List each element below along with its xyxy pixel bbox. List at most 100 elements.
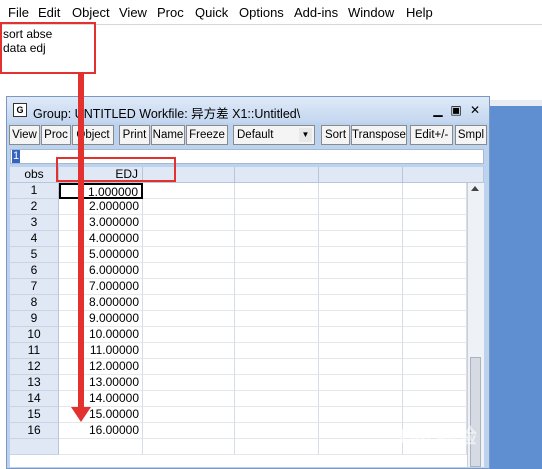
table-cell[interactable]: 6.000000 <box>59 263 143 279</box>
table-cell[interactable]: 4.000000 <box>59 231 143 247</box>
table-cell[interactable] <box>143 199 235 215</box>
table-cell[interactable]: 11.00000 <box>59 343 143 359</box>
table-cell[interactable] <box>319 215 403 231</box>
view-button[interactable]: View <box>9 125 40 145</box>
table-cell[interactable] <box>403 391 467 407</box>
table-cell[interactable]: 7.000000 <box>59 279 143 295</box>
table-cell[interactable] <box>143 359 235 375</box>
table-cell[interactable] <box>403 279 467 295</box>
table-cell[interactable] <box>403 263 467 279</box>
minimize-icon[interactable]: ▁ <box>431 103 445 117</box>
table-cell[interactable] <box>235 231 319 247</box>
table-cell[interactable] <box>143 231 235 247</box>
scroll-up-icon[interactable] <box>471 186 479 191</box>
table-cell[interactable] <box>403 295 467 311</box>
table-cell[interactable] <box>143 279 235 295</box>
table-cell[interactable] <box>143 343 235 359</box>
menu-edit[interactable]: Edit <box>38 5 60 20</box>
table-cell[interactable] <box>143 375 235 391</box>
table-cell[interactable]: 9.000000 <box>59 311 143 327</box>
table-cell[interactable] <box>319 199 403 215</box>
table-cell[interactable] <box>235 439 319 455</box>
column-header-empty[interactable] <box>235 167 319 183</box>
transpose-button[interactable]: Transpose <box>351 125 407 145</box>
row-number[interactable]: 9 <box>10 311 59 327</box>
table-cell[interactable] <box>235 391 319 407</box>
scrollbar-thumb[interactable] <box>470 357 481 467</box>
table-cell[interactable] <box>143 439 235 455</box>
table-cell[interactable] <box>143 423 235 439</box>
row-number[interactable]: 2 <box>10 199 59 215</box>
table-cell[interactable] <box>403 375 467 391</box>
menu-file[interactable]: File <box>8 5 29 20</box>
menu-proc[interactable]: Proc <box>157 5 184 20</box>
print-button[interactable]: Print <box>119 125 150 145</box>
table-cell[interactable] <box>235 199 319 215</box>
table-cell[interactable] <box>319 247 403 263</box>
row-number[interactable]: 3 <box>10 215 59 231</box>
row-number[interactable]: 4 <box>10 231 59 247</box>
table-cell[interactable] <box>319 359 403 375</box>
table-cell[interactable] <box>403 231 467 247</box>
table-cell[interactable] <box>235 263 319 279</box>
table-cell[interactable] <box>319 327 403 343</box>
table-cell[interactable]: 16.00000 <box>59 423 143 439</box>
table-cell[interactable] <box>235 423 319 439</box>
table-cell[interactable] <box>319 263 403 279</box>
table-cell[interactable] <box>143 407 235 423</box>
row-number[interactable]: 16 <box>10 423 59 439</box>
table-cell[interactable] <box>319 391 403 407</box>
table-cell[interactable] <box>403 359 467 375</box>
table-cell[interactable] <box>143 295 235 311</box>
table-cell[interactable]: 5.000000 <box>59 247 143 263</box>
table-cell[interactable] <box>319 231 403 247</box>
table-cell[interactable]: 13.00000 <box>59 375 143 391</box>
proc-button[interactable]: Proc <box>41 125 71 145</box>
menu-options[interactable]: Options <box>239 5 284 20</box>
menu-view[interactable]: View <box>119 5 147 20</box>
table-cell[interactable] <box>235 407 319 423</box>
table-cell[interactable] <box>235 327 319 343</box>
table-cell[interactable] <box>235 279 319 295</box>
menu-object[interactable]: Object <box>72 5 110 20</box>
name-button[interactable]: Name <box>151 125 185 145</box>
table-cell[interactable] <box>403 183 467 199</box>
close-icon[interactable]: ✕ <box>468 103 482 117</box>
column-header-empty[interactable] <box>319 167 403 183</box>
smpl-button[interactable]: Smpl <box>455 125 487 145</box>
menu-addins[interactable]: Add-ins <box>294 5 338 20</box>
table-cell[interactable] <box>143 215 235 231</box>
table-cell[interactable] <box>235 247 319 263</box>
table-cell[interactable] <box>403 327 467 343</box>
display-mode-select[interactable]: Default ▼ <box>233 125 315 145</box>
table-cell[interactable] <box>403 215 467 231</box>
table-cell[interactable] <box>235 183 319 199</box>
column-header-empty[interactable] <box>403 167 484 183</box>
table-cell[interactable] <box>235 215 319 231</box>
table-cell[interactable] <box>235 311 319 327</box>
row-number[interactable] <box>10 439 59 455</box>
table-cell[interactable] <box>235 375 319 391</box>
table-cell[interactable] <box>403 311 467 327</box>
row-number[interactable]: 7 <box>10 279 59 295</box>
table-cell[interactable] <box>319 183 403 199</box>
table-cell[interactable] <box>235 295 319 311</box>
table-cell[interactable]: 12.00000 <box>59 359 143 375</box>
table-cell[interactable] <box>59 439 143 455</box>
table-cell[interactable] <box>235 343 319 359</box>
row-number[interactable]: 12 <box>10 359 59 375</box>
table-cell[interactable] <box>319 343 403 359</box>
table-cell[interactable] <box>319 279 403 295</box>
menu-help[interactable]: Help <box>406 5 433 20</box>
row-number[interactable]: 1 <box>10 183 59 199</box>
row-number[interactable]: 6 <box>10 263 59 279</box>
row-number[interactable]: 5 <box>10 247 59 263</box>
table-cell[interactable] <box>235 359 319 375</box>
row-number[interactable]: 13 <box>10 375 59 391</box>
table-cell[interactable]: 8.000000 <box>59 295 143 311</box>
table-cell[interactable] <box>319 375 403 391</box>
table-cell[interactable] <box>319 407 403 423</box>
table-cell[interactable] <box>319 423 403 439</box>
row-number[interactable]: 8 <box>10 295 59 311</box>
menu-quick[interactable]: Quick <box>195 5 228 20</box>
